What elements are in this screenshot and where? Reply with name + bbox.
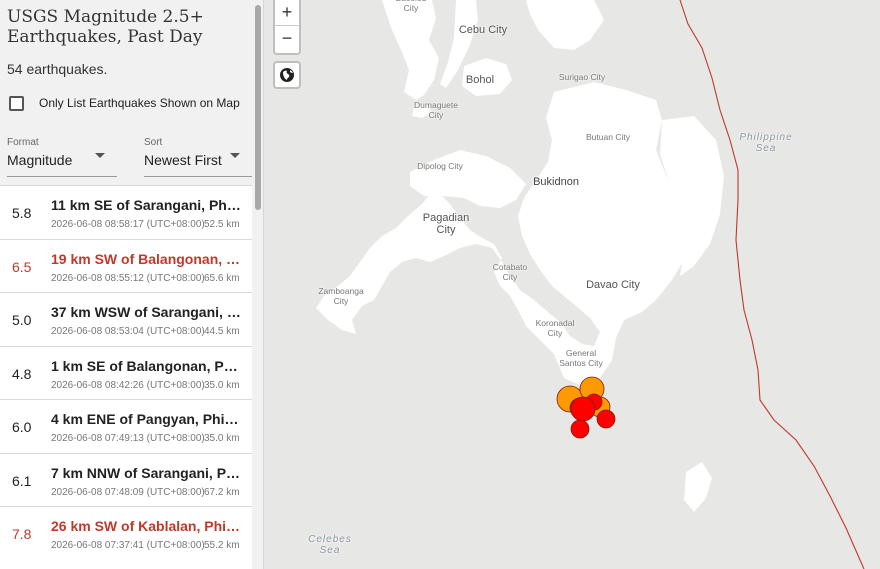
earthquake-list-item[interactable]: 6.0 4 km ENE of Pangyan, Philippines 202… xyxy=(0,399,252,453)
depth: 55.2 km xyxy=(204,540,240,551)
list-scrollbar[interactable] xyxy=(252,0,263,569)
chevron-down-icon xyxy=(230,153,240,158)
depth: 52.5 km xyxy=(204,219,240,230)
quake-marker[interactable] xyxy=(570,419,590,439)
timestamp: 2026-06-08 08:58:17 (UTC+08:00) xyxy=(51,219,205,230)
sort-select[interactable]: Sort Newest First xyxy=(144,137,252,177)
timestamp: 2026-06-08 08:55:12 (UTC+08:00) xyxy=(51,272,205,284)
location: 19 km SW of Balangonan, Philippines xyxy=(51,250,241,267)
zoom-control: + − xyxy=(273,0,301,55)
earthquake-count: 54 earthquakes. xyxy=(7,61,108,77)
zoom-in-button[interactable]: + xyxy=(275,0,299,26)
location: 37 km WSW of Sarangani, Philippines xyxy=(51,304,241,320)
scrollbar-thumb[interactable] xyxy=(255,5,261,210)
timestamp: 2026-06-08 07:37:41 (UTC+08:00) xyxy=(51,540,205,551)
earthquake-list-panel: USGS Magnitude 2.5+ Earthquakes, Past Da… xyxy=(0,0,264,569)
magnitude: 7.8 xyxy=(12,526,32,542)
sort-caption: Sort xyxy=(144,137,163,148)
zoom-out-button[interactable]: − xyxy=(275,26,299,52)
timestamp: 2026-06-08 07:48:09 (UTC+08:00) xyxy=(51,486,205,498)
earthquake-list-item[interactable]: 4.8 1 km SE of Balangonan, Philippines 2… xyxy=(0,345,252,399)
earthquake-list-item[interactable]: 7.8 26 km SW of Kablalan, Philippines 20… xyxy=(0,506,252,560)
only-list-shown-checkbox[interactable] xyxy=(9,96,24,111)
globe-button[interactable] xyxy=(273,61,301,89)
magnitude: 4.8 xyxy=(12,365,32,382)
timestamp: 2026-06-08 08:53:04 (UTC+08:00) xyxy=(51,326,205,337)
map-view[interactable]: Bacolod City Cebu City Bohol Surigao Cit… xyxy=(264,0,880,569)
location: 7 km NNW of Sarangani, Philippines xyxy=(51,464,241,481)
magnitude: 6.1 xyxy=(12,472,32,489)
earthquake-list: 5.8 11 km SE of Sarangani, Philippines 2… xyxy=(0,185,252,560)
magnitude: 5.0 xyxy=(12,312,32,328)
earthquake-list-item[interactable]: 6.5 19 km SW of Balangonan, Philippines … xyxy=(0,238,252,292)
chevron-down-icon xyxy=(95,153,105,158)
format-value: Magnitude xyxy=(7,152,73,168)
quake-marker[interactable] xyxy=(596,409,616,429)
location: 4 km ENE of Pangyan, Philippines xyxy=(51,411,241,427)
earthquake-list-item[interactable]: 5.0 37 km WSW of Sarangani, Philippines … xyxy=(0,292,252,346)
earthquake-list-item[interactable]: 5.8 11 km SE of Sarangani, Philippines 2… xyxy=(0,185,252,239)
depth: 35.0 km xyxy=(204,379,240,391)
earthquake-markers xyxy=(556,376,616,439)
location: 26 km SW of Kablalan, Philippines xyxy=(51,518,241,534)
list-header: USGS Magnitude 2.5+ Earthquakes, Past Da… xyxy=(0,0,252,185)
format-select[interactable]: Format Magnitude xyxy=(7,137,117,177)
only-list-shown-label[interactable]: Only List Earthquakes Shown on Map xyxy=(39,96,240,110)
globe-icon xyxy=(280,68,294,82)
depth: 67.2 km xyxy=(204,486,240,498)
depth: 35.0 km xyxy=(204,433,240,444)
page-title: USGS Magnitude 2.5+ Earthquakes, Past Da… xyxy=(7,7,204,47)
timestamp: 2026-06-08 07:49:13 (UTC+08:00) xyxy=(51,433,205,444)
location: 11 km SE of Sarangani, Philippines xyxy=(51,197,241,213)
sort-value: Newest First xyxy=(144,152,222,168)
timestamp: 2026-06-08 08:42:26 (UTC+08:00) xyxy=(51,379,205,391)
magnitude: 5.8 xyxy=(12,205,32,221)
magnitude: 6.0 xyxy=(12,419,32,435)
depth: 65.6 km xyxy=(204,272,240,284)
depth: 44.5 km xyxy=(204,326,240,337)
format-caption: Format xyxy=(7,137,39,148)
quake-marker[interactable] xyxy=(570,396,596,422)
magnitude: 6.5 xyxy=(12,258,32,275)
earthquake-list-item[interactable]: 6.1 7 km NNW of Sarangani, Philippines 2… xyxy=(0,452,252,506)
location: 1 km SE of Balangonan, Philippines xyxy=(51,357,241,374)
